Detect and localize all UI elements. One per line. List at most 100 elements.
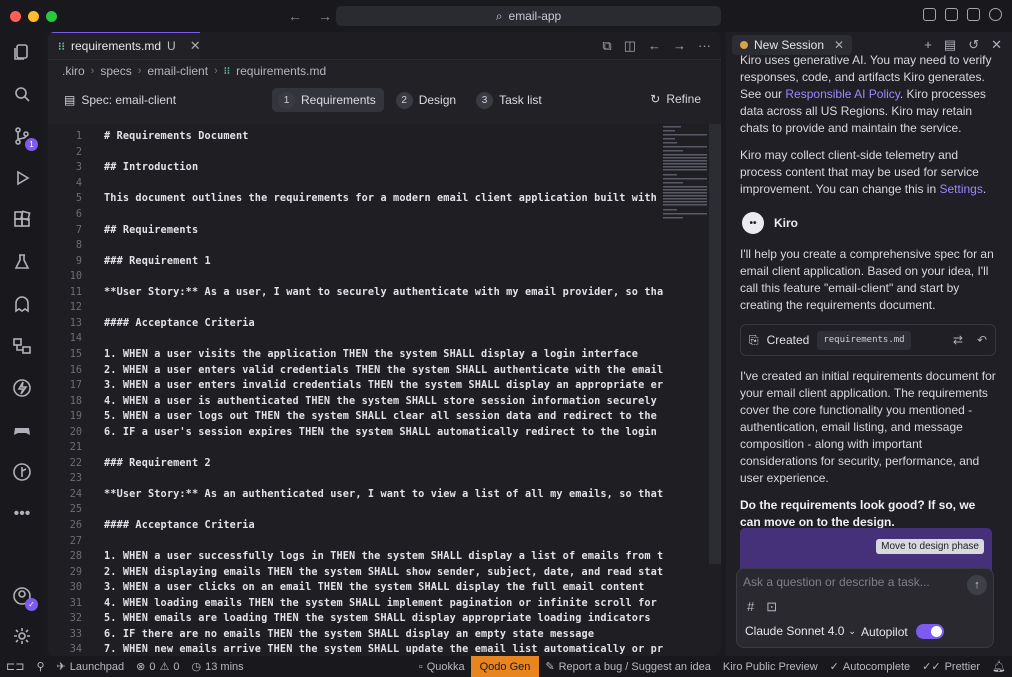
code-line[interactable]: 9 ### Requirement 1 <box>48 253 211 269</box>
problems-item[interactable]: ⊗ 0 ⚠ 0 <box>130 656 185 677</box>
code-line[interactable]: 6 <box>48 207 82 223</box>
zoom-window-button[interactable] <box>46 10 57 22</box>
code-line[interactable]: 19 5. WHEN a user logs out THEN the syste… <box>48 409 657 425</box>
breadcrumb-item[interactable]: email-client <box>147 64 208 78</box>
timer-item[interactable]: ◷ 13 mins <box>186 656 250 677</box>
search-icon[interactable] <box>10 82 34 106</box>
launchpad-item[interactable]: ✈ Launchpad <box>51 656 131 677</box>
code-line[interactable]: 22 ### Requirement 2 <box>48 456 211 472</box>
more-icon[interactable]: ••• <box>10 502 34 526</box>
quokka-item[interactable]: ▫ Quokka <box>413 656 471 677</box>
notifications-bell-icon[interactable]: 🔔︎ <box>986 656 1012 677</box>
code-line[interactable]: 27 <box>48 533 82 549</box>
code-line[interactable]: 31 4. WHEN loading emails THEN the system… <box>48 596 657 612</box>
responsible-ai-policy-link[interactable]: Responsible AI Policy <box>785 87 900 101</box>
settings-link[interactable]: Settings <box>939 182 982 196</box>
refine-button[interactable]: ↻ Refine <box>650 92 701 106</box>
image-attach-icon[interactable]: ⊡ <box>766 599 777 615</box>
qodo-gen-item[interactable]: Qodo Gen <box>470 656 540 677</box>
model-selector[interactable]: Claude Sonnet 4.0 ⌄ <box>745 624 856 638</box>
code-line[interactable]: 16 2. WHEN a user enters valid credential… <box>48 362 663 378</box>
layout-toggle-icon[interactable] <box>923 8 936 21</box>
close-panel-icon[interactable]: ✕ <box>991 37 1002 53</box>
hash-context-icon[interactable]: # <box>747 599 754 615</box>
step-design[interactable]: 2 Design <box>390 88 464 112</box>
code-line[interactable]: 1 # Requirements Document <box>48 129 249 145</box>
tab-requirements-md[interactable]: ⁝⁝ requirements.md U ✕ <box>48 32 201 59</box>
forward-arrow-icon[interactable]: → <box>318 8 332 24</box>
code-line[interactable]: 14 <box>48 331 82 347</box>
close-session-icon[interactable]: ✕ <box>834 38 844 52</box>
code-line[interactable]: 5 This document outlines the requirements… <box>48 191 657 207</box>
code-line[interactable]: 29 2. WHEN displaying emails THEN the sys… <box>48 564 663 580</box>
step-task-list[interactable]: 3 Task list <box>470 88 550 112</box>
back-arrow-icon[interactable]: ← <box>288 8 302 24</box>
code-line[interactable]: 30 3. WHEN a user clicks on an email THEN… <box>48 580 645 596</box>
code-line[interactable]: 10 <box>48 269 82 285</box>
navigate-back-icon[interactable]: ← <box>648 38 661 53</box>
account-icon[interactable]: ✓ <box>10 584 38 611</box>
chat-input[interactable] <box>743 575 963 589</box>
code-line[interactable]: 4 <box>48 176 82 192</box>
gamepad-icon[interactable] <box>10 418 34 442</box>
minimize-window-button[interactable] <box>28 10 39 22</box>
chat-bubble-icon[interactable] <box>989 8 1002 21</box>
code-line[interactable]: 24 **User Story:** As an authenticated us… <box>48 487 663 503</box>
history-icon[interactable]: ↺ <box>968 37 979 53</box>
code-line[interactable]: 12 <box>48 300 82 316</box>
code-line[interactable]: 28 1. WHEN a user successfully logs in TH… <box>48 549 663 565</box>
autopilot-toggle[interactable] <box>915 624 944 639</box>
close-window-button[interactable] <box>10 10 21 22</box>
report-bug-item[interactable]: ✎ Report a bug / Suggest an idea <box>539 656 717 677</box>
code-line[interactable]: 26 #### Acceptance Criteria <box>48 518 255 534</box>
session-list-icon[interactable]: ▤ <box>944 37 956 53</box>
breadcrumb-item[interactable]: specs <box>100 64 131 78</box>
new-session-icon[interactable]: + <box>924 37 932 53</box>
testing-flask-icon[interactable] <box>10 250 34 274</box>
code-line[interactable]: 13 #### Acceptance Criteria <box>48 316 255 332</box>
created-file-chip[interactable]: requirements.md <box>817 330 911 350</box>
code-line[interactable]: 25 <box>48 502 82 518</box>
code-line[interactable]: 18 4. WHEN a user is authenticated THEN t… <box>48 393 657 409</box>
diff-icon[interactable]: ⇄ <box>953 332 963 349</box>
lightning-icon[interactable] <box>10 376 34 400</box>
git-graph-icon[interactable] <box>10 460 34 484</box>
breadcrumb-item[interactable]: .kiro <box>62 64 85 78</box>
minimap[interactable] <box>661 124 707 224</box>
breadcrumb-item[interactable]: requirements.md <box>236 64 326 78</box>
user-icon[interactable]: ⚲ <box>30 656 50 677</box>
kiro-ghost-icon[interactable] <box>10 292 34 316</box>
code-line[interactable]: 33 6. IF there are no emails THEN the sys… <box>48 627 594 643</box>
code-line[interactable]: 23 <box>48 471 82 487</box>
extensions-icon[interactable] <box>10 208 34 232</box>
preview-item[interactable]: Kiro Public Preview <box>717 656 824 677</box>
code-line[interactable]: 34 7. WHEN new emails arrive THEN the sys… <box>48 642 663 656</box>
code-line[interactable]: 17 3. WHEN a user enters invalid credenti… <box>48 378 663 394</box>
prettier-item[interactable]: ✓✓ Prettier <box>916 656 986 677</box>
command-search-bar[interactable]: ⌕ email-app <box>336 6 721 26</box>
code-line[interactable]: 8 <box>48 238 82 254</box>
code-line[interactable]: 32 5. WHEN emails are loading THEN the sy… <box>48 611 651 627</box>
settings-gear-icon[interactable] <box>10 624 34 648</box>
navigate-forward-icon[interactable]: → <box>673 38 686 53</box>
editor-scrollbar[interactable] <box>709 124 721 564</box>
sidebar-toggle-icon[interactable] <box>945 8 958 21</box>
autocomplete-item[interactable]: ✓ Autocomplete <box>824 656 916 677</box>
step-requirements[interactable]: 1 Requirements <box>272 88 384 112</box>
close-tab-icon[interactable]: ✕ <box>190 38 201 54</box>
remote-indicator-icon[interactable]: ⊏⊐ <box>0 656 30 677</box>
move-to-design-button[interactable]: Move to design phase <box>876 539 984 554</box>
split-editor-icon[interactable]: ◫ <box>624 38 636 54</box>
open-preview-icon[interactable]: ⧉ <box>602 38 611 54</box>
code-line[interactable]: 15 1. WHEN a user visits the application … <box>48 347 638 363</box>
code-line[interactable]: 2 <box>48 145 82 161</box>
code-line[interactable]: 21 <box>48 440 82 456</box>
run-debug-icon[interactable] <box>10 166 34 190</box>
send-arrow-icon[interactable]: ↑ <box>967 575 987 595</box>
panel-toggle-icon[interactable] <box>967 8 980 21</box>
code-line[interactable]: 3 ## Introduction <box>48 160 198 176</box>
remote-explorer-icon[interactable] <box>10 334 34 358</box>
explorer-icon[interactable] <box>10 40 34 64</box>
code-line[interactable]: 11 **User Story:** As a user, I want to s… <box>48 285 663 301</box>
source-control-icon[interactable]: 1 <box>10 124 38 151</box>
